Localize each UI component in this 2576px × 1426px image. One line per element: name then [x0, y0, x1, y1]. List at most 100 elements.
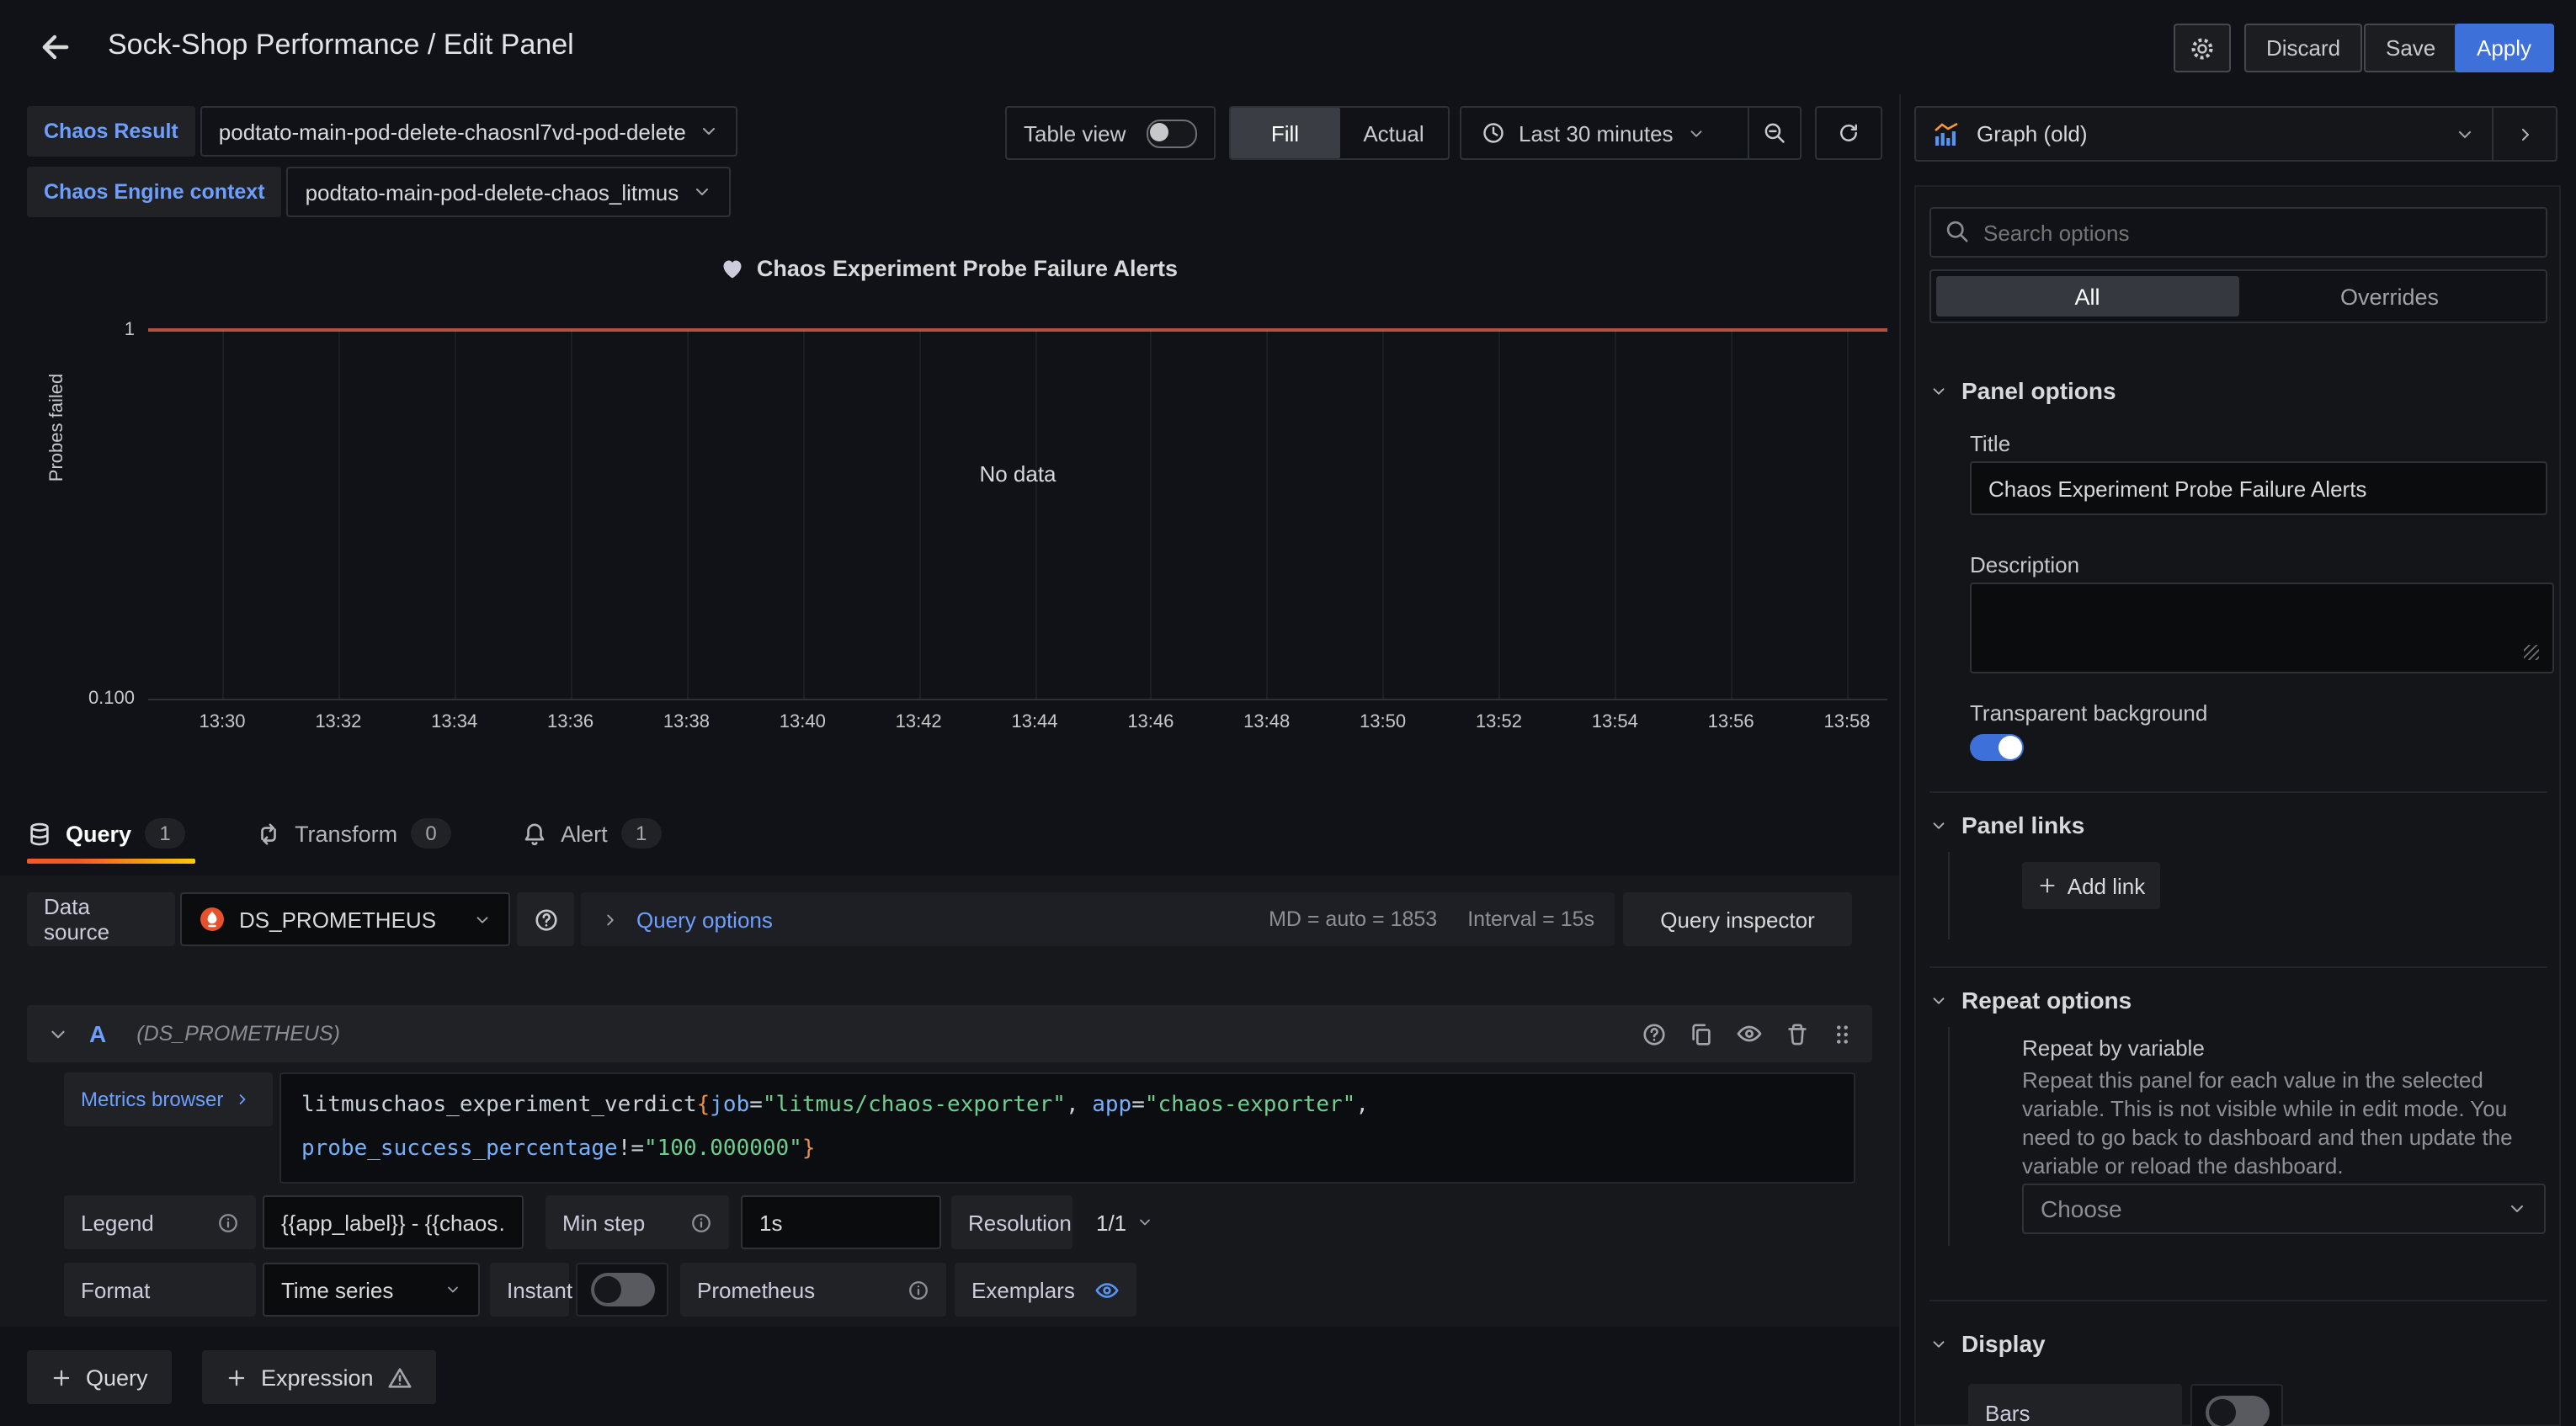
clock-icon — [1482, 121, 1505, 145]
promql-token: != — [618, 1136, 644, 1162]
zoom-out-time-button[interactable] — [1748, 108, 1800, 158]
toggle-options-pane-button[interactable] — [2492, 108, 2556, 160]
save-button[interactable]: Save — [2364, 24, 2457, 72]
x-tick-label: 13:30 — [199, 712, 245, 732]
gridline — [918, 330, 920, 699]
chevron-down-icon — [700, 121, 720, 141]
query-inspector-button[interactable]: Query inspector — [1623, 892, 1852, 946]
plus-icon — [51, 1366, 72, 1388]
promql-line-2: probe_success_percentage!="100.000000"} — [301, 1128, 1834, 1172]
plot-area[interactable]: No data 13:3013:3213:3413:3613:3813:4013… — [148, 330, 1887, 700]
actual-option[interactable]: Actual — [1339, 108, 1448, 158]
resolution-select[interactable]: 1/1 — [1079, 1195, 1177, 1249]
chevron-right-icon — [2515, 124, 2535, 144]
datasource-help-button[interactable] — [517, 892, 574, 946]
drag-handle-icon[interactable] — [1832, 1021, 1852, 1046]
gridline — [338, 330, 340, 699]
help-circle-icon — [533, 907, 558, 932]
variable-value-chaos-result[interactable]: podtato-main-pod-delete-chaosnl7vd-pod-d… — [200, 106, 738, 157]
search-options-input[interactable] — [1929, 207, 2547, 258]
promql-code-editor[interactable]: litmuschaos_experiment_verdict{job="litm… — [279, 1072, 1855, 1184]
table-view-switch[interactable] — [1147, 119, 1197, 147]
collapse-chevron-icon[interactable] — [47, 1023, 69, 1045]
query-options-collapsible[interactable]: Query options MD = auto = 1853 Interval … — [581, 892, 1615, 946]
tab-alert-count: 1 — [621, 818, 662, 849]
panel-title-input[interactable] — [1970, 461, 2547, 515]
variable-label-chaos-result: Chaos Result — [27, 106, 195, 157]
section-indent-line — [1948, 1027, 1950, 1246]
tab-overrides[interactable]: Overrides — [2238, 276, 2541, 317]
section-divider — [1929, 966, 2547, 968]
metrics-browser-label: Metrics browser — [81, 1088, 223, 1111]
tab-transform[interactable]: Transform 0 — [256, 805, 451, 862]
x-tick-label: 13:32 — [315, 712, 361, 732]
panel-links-header[interactable]: Panel links — [1929, 811, 2084, 838]
chevron-down-icon — [444, 1281, 461, 1298]
add-link-button[interactable]: Add link — [2022, 862, 2160, 909]
y-tick-top: 1 — [67, 320, 135, 340]
discard-button[interactable]: Discard — [2244, 24, 2362, 72]
visualization-picker[interactable]: Graph (old) — [1914, 106, 2557, 162]
display-header[interactable]: Display — [1929, 1330, 2046, 1357]
add-expression-button[interactable]: Expression — [202, 1350, 436, 1404]
repeat-description: Repeat this panel for each value in the … — [2022, 1066, 2547, 1180]
promql-token: , — [1066, 1093, 1092, 1118]
query-editor-section: Data source DS_PROMETHEUS Query options … — [0, 875, 1899, 1327]
tab-all[interactable]: All — [1936, 276, 2238, 317]
query-row-header[interactable]: A (DS_PROMETHEUS) — [27, 1005, 1872, 1062]
panel-options-header[interactable]: Panel options — [1929, 377, 2116, 404]
format-select[interactable]: Time series — [263, 1263, 480, 1317]
variable-value-chaos-engine[interactable]: podtato-main-pod-delete-chaos_litmus — [287, 167, 732, 217]
x-tick-label: 13:38 — [663, 712, 710, 732]
repeat-variable-select[interactable]: Choose — [2022, 1184, 2546, 1234]
top-header: Sock-Shop Performance / Edit Panel Disca… — [0, 0, 2576, 94]
refresh-icon — [1837, 121, 1860, 145]
x-tick-label: 13:46 — [1127, 712, 1174, 732]
bars-switch[interactable] — [2205, 1396, 2269, 1426]
datasource-picker[interactable]: DS_PROMETHEUS — [180, 892, 510, 946]
tab-query[interactable]: Query 1 — [27, 805, 185, 862]
options-filter-tabs: All Overrides — [1929, 269, 2547, 323]
back-arrow-icon[interactable] — [37, 29, 77, 69]
eye-icon[interactable] — [1736, 1020, 1763, 1047]
promql-token: job — [710, 1093, 749, 1118]
threshold-line — [148, 328, 1887, 332]
page-title: Sock-Shop Performance / Edit Panel — [108, 29, 574, 62]
gridline — [222, 330, 224, 699]
chevron-down-icon — [473, 910, 492, 928]
transparent-background-switch[interactable] — [1970, 734, 2024, 761]
trash-icon[interactable] — [1785, 1021, 1810, 1046]
resolution-value: 1/1 — [1096, 1210, 1126, 1235]
panel-description-textarea[interactable] — [1970, 583, 2554, 673]
repeat-options-header-label: Repeat options — [1961, 987, 2132, 1014]
time-range-picker[interactable]: Last 30 minutes — [1461, 108, 1748, 158]
fill-option[interactable]: Fill — [1231, 108, 1339, 158]
table-view-toggle[interactable]: Table view — [1005, 106, 1216, 160]
metrics-browser-button[interactable]: Metrics browser — [64, 1072, 273, 1126]
exemplars-eye-icon[interactable] — [1094, 1277, 1120, 1302]
tab-alert[interactable]: Alert 1 — [522, 805, 662, 862]
exemplars-label: Exemplars — [971, 1277, 1075, 1302]
add-expression-label: Expression — [261, 1365, 374, 1390]
viz-name: Graph (old) — [1977, 121, 2088, 146]
time-range-label: Last 30 minutes — [1519, 120, 1674, 146]
resize-handle-icon[interactable] — [2524, 645, 2539, 660]
legend-format-input[interactable] — [263, 1195, 524, 1249]
variable-chaos-engine-context: Chaos Engine context podtato-main-pod-de… — [27, 167, 731, 217]
tab-transform-label: Transform — [295, 821, 397, 846]
min-step-input[interactable] — [741, 1195, 941, 1249]
help-circle-icon[interactable] — [1642, 1021, 1667, 1046]
x-tick-label: 13:34 — [431, 712, 477, 732]
duplicate-icon[interactable] — [1689, 1021, 1714, 1046]
repeat-options-header[interactable]: Repeat options — [1929, 987, 2132, 1014]
warning-triangle-icon — [387, 1365, 412, 1390]
panel-settings-button[interactable] — [2174, 24, 2231, 72]
refresh-button[interactable] — [1815, 106, 1882, 160]
display-header-label: Display — [1961, 1330, 2046, 1357]
fill-actual-segmented: Fill Actual — [1229, 106, 1450, 160]
transparent-background-label: Transparent background — [1970, 700, 2207, 726]
gridline — [455, 330, 456, 699]
add-query-button[interactable]: Query — [27, 1350, 172, 1404]
apply-button[interactable]: Apply — [2455, 24, 2553, 72]
instant-switch[interactable] — [590, 1273, 654, 1306]
